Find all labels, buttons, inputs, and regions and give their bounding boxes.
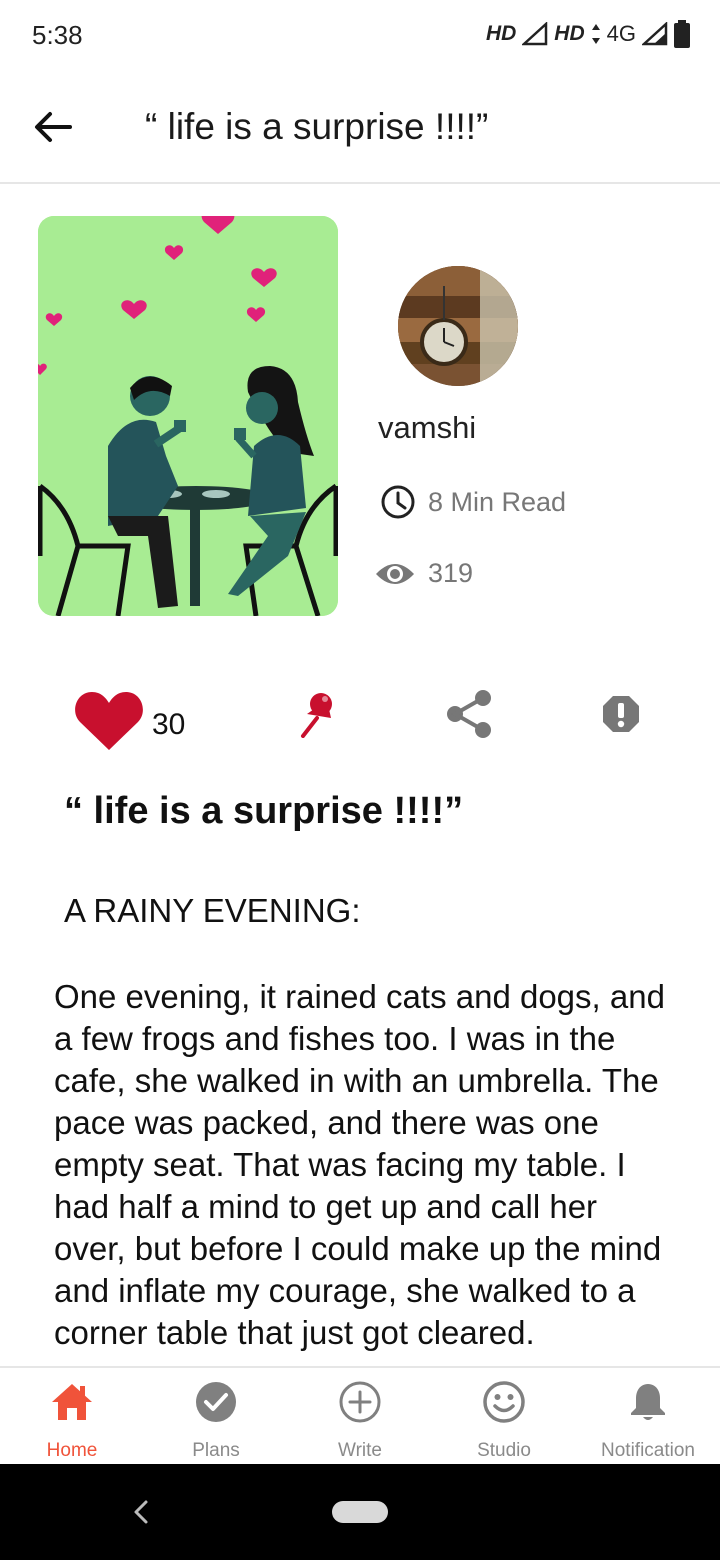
read-time: 8 Min Read — [380, 484, 566, 520]
arrow-left-icon — [35, 112, 72, 142]
status-icons: HD HD 4G — [486, 20, 690, 48]
read-time-label: 8 Min Read — [428, 486, 567, 517]
battery-icon — [674, 20, 690, 48]
nav-write[interactable]: Write — [288, 1368, 432, 1466]
system-home-pill[interactable] — [332, 1501, 388, 1523]
author-avatar[interactable] — [398, 266, 518, 386]
eye-icon — [376, 563, 414, 584]
signal-icon-2 — [642, 22, 668, 46]
heart-icon — [75, 692, 143, 750]
back-button[interactable] — [30, 104, 76, 150]
nav-home[interactable]: Home — [0, 1368, 144, 1466]
report-icon — [603, 696, 639, 732]
couple-at-cafe-illustration — [38, 216, 338, 616]
nav-studio-label: Studio — [477, 1440, 531, 1461]
author-name[interactable]: vamshi — [378, 410, 476, 446]
status-bar: 5:38 HD HD 4G — [0, 0, 720, 72]
network-4g-label: 4G — [606, 21, 636, 46]
network-type-label: HD — [485, 22, 517, 45]
pin-button[interactable] — [297, 690, 339, 743]
report-button[interactable] — [601, 694, 641, 739]
pushpin-icon — [301, 693, 332, 738]
clock-books-image — [398, 266, 518, 386]
share-icon — [447, 690, 491, 738]
story-subheading: A RAINY EVENING: — [64, 892, 361, 929]
view-count-label: 319 — [428, 558, 474, 588]
story-title: “ life is a surprise !!!!” — [64, 790, 464, 832]
nav-plans[interactable]: Plans — [144, 1368, 288, 1466]
home-icon — [52, 1384, 92, 1420]
nav-home-label: Home — [46, 1440, 98, 1461]
data-arrows-icon — [591, 24, 600, 44]
nav-write-label: Write — [338, 1440, 382, 1461]
plus-circle-icon — [339, 1381, 381, 1423]
page-title: “ life is a surprise !!!!” — [145, 106, 489, 147]
story-cover-image — [38, 216, 338, 616]
bottom-navigation: Home Plans Write Studio Notification — [0, 1366, 720, 1466]
nav-notification[interactable]: Notification — [576, 1368, 720, 1466]
view-count: 319 — [374, 558, 473, 589]
check-circle-icon — [196, 1382, 236, 1422]
bell-icon — [631, 1384, 665, 1420]
story-body: One evening, it rained cats and dogs, an… — [54, 978, 665, 1351]
network-type-label-2: HD — [554, 22, 585, 45]
share-button[interactable] — [445, 688, 493, 745]
clock-icon — [381, 485, 415, 519]
nav-studio[interactable]: Studio — [432, 1368, 576, 1466]
signal-icon — [522, 22, 548, 46]
smiley-icon — [483, 1381, 525, 1423]
like-count: 30 — [152, 708, 186, 741]
nav-plans-label: Plans — [192, 1440, 240, 1461]
like-button[interactable]: 30 — [74, 690, 185, 752]
app-bar: “ life is a surprise !!!!” — [0, 72, 720, 184]
nav-notification-label: Notification — [601, 1440, 695, 1461]
system-back-icon[interactable] — [128, 1494, 154, 1530]
status-time: 5:38 — [32, 20, 83, 50]
